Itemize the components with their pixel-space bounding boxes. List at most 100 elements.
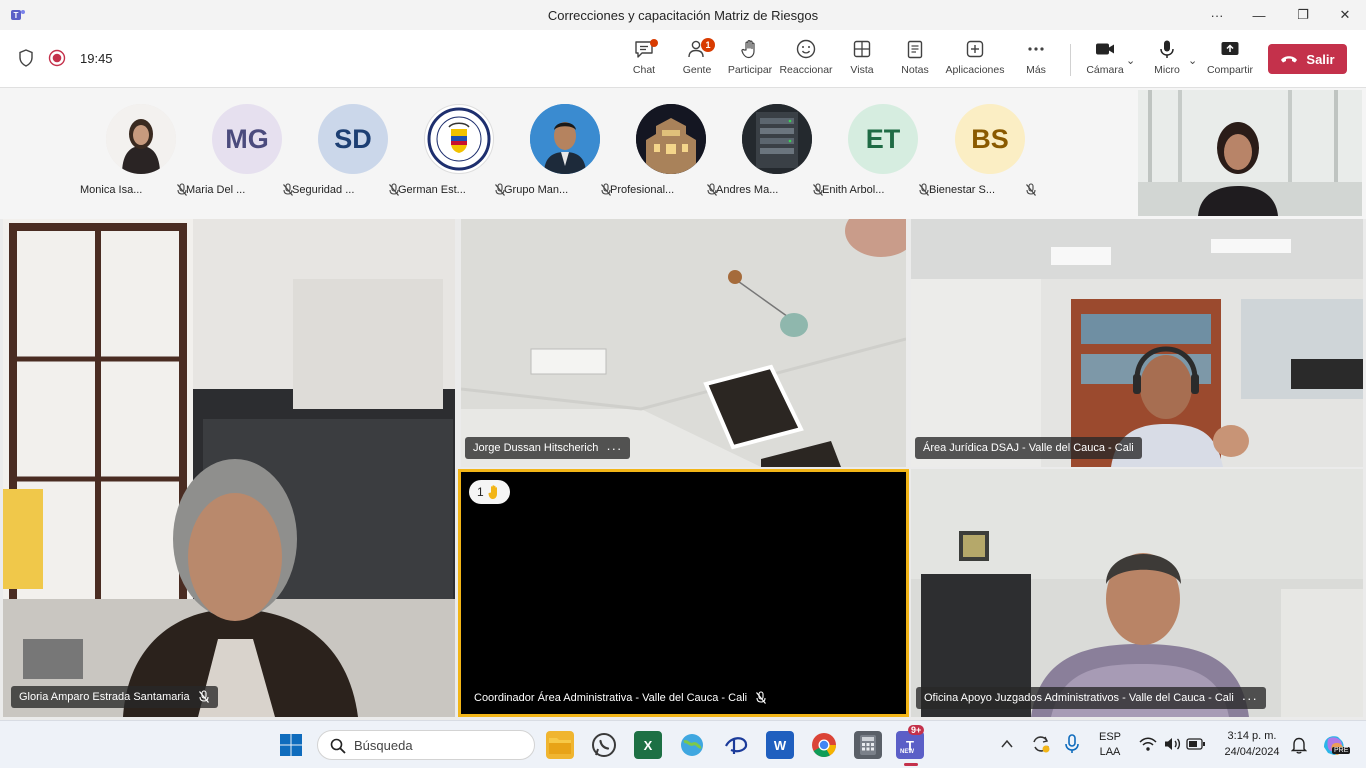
view-label: Vista: [850, 64, 874, 76]
participant-name: Enith Arbol...: [822, 184, 885, 196]
smiley-icon: [796, 39, 816, 59]
language-code: ESP: [1098, 731, 1121, 743]
share-label: Compartir: [1206, 64, 1254, 76]
word-icon[interactable]: W: [766, 731, 794, 759]
participant-item[interactable]: German Est...: [398, 104, 512, 196]
teams-notification-badge: 9+: [908, 725, 925, 735]
volume-icon[interactable]: [1163, 736, 1181, 752]
recording-icon: [48, 49, 66, 67]
view-button[interactable]: Vista: [832, 38, 892, 84]
participant-name: Grupo Man...: [504, 184, 569, 196]
active-app-indicator: [904, 763, 918, 766]
mic-off-icon: [756, 691, 767, 704]
video-tile-gloria[interactable]: Gloria Amparo Estrada Santamaria: [3, 219, 455, 717]
notes-label: Notas: [901, 64, 929, 76]
mic-label: Micro: [1154, 64, 1180, 76]
mic-off-icon: [1026, 183, 1036, 196]
maximize-button[interactable]: ❐: [1282, 0, 1324, 30]
tile-more-options-icon[interactable]: ···: [1242, 691, 1258, 706]
copilot-preview-badge: PRE: [1332, 747, 1351, 754]
participant-name: Profesional...: [610, 184, 675, 196]
participant-item[interactable]: BS Bienestar S...: [929, 104, 1043, 196]
file-explorer-icon[interactable]: [546, 731, 574, 759]
calculator-icon[interactable]: [854, 731, 882, 759]
whatsapp-icon[interactable]: [590, 731, 618, 759]
chrome-icon[interactable]: [810, 731, 838, 759]
leave-label: Salir: [1306, 51, 1335, 67]
self-view-video[interactable]: [1138, 90, 1362, 216]
microphone-tray-icon[interactable]: [1064, 734, 1080, 754]
judicial-seal-icon: [427, 107, 491, 171]
taskbar-search[interactable]: Búsqueda: [317, 730, 535, 760]
share-button[interactable]: Compartir: [1200, 38, 1260, 84]
avatar: BS: [955, 104, 1025, 174]
disney-plus-icon[interactable]: [722, 731, 750, 759]
add-app-icon: [966, 40, 984, 58]
react-label: Reaccionar: [779, 64, 833, 76]
microphone-icon: [1160, 40, 1174, 58]
title-bar: T Correcciones y capacitación Matriz de …: [0, 0, 1366, 30]
chat-button[interactable]: Chat: [614, 38, 674, 84]
participant-item[interactable]: MG Maria Del ...: [186, 104, 300, 196]
meeting-status: 19:45: [18, 49, 113, 67]
mic-off-icon: [198, 690, 209, 703]
sync-icon[interactable]: [1030, 733, 1052, 755]
video-tile-jorge[interactable]: Jorge Dussan Hitscherich ···: [461, 219, 906, 467]
participant-name: Bienestar S...: [929, 184, 996, 196]
camera-icon: [1096, 43, 1114, 55]
tile-more-options-icon[interactable]: ···: [606, 441, 622, 456]
raised-hand-indicator: 1: [469, 480, 510, 504]
grid-view-icon: [853, 40, 871, 58]
excel-icon[interactable]: X: [634, 731, 662, 759]
mic-options-chevron-icon[interactable]: ⌄: [1188, 54, 1197, 67]
meeting-timer: 19:45: [80, 50, 113, 66]
notes-icon: [907, 40, 923, 59]
participant-item[interactable]: Profesional...: [610, 104, 724, 196]
video-tile-oficina[interactable]: Oficina Apoyo Juzgados Administrativos -…: [911, 469, 1363, 717]
notification-bell-icon[interactable]: [1291, 736, 1307, 754]
participant-name: Monica Isa...: [80, 184, 143, 196]
leave-button[interactable]: Salir: [1268, 44, 1347, 74]
react-button[interactable]: Reaccionar: [776, 38, 836, 84]
notes-button[interactable]: Notas: [885, 38, 945, 84]
participant-item[interactable]: Andres Ma...: [716, 104, 830, 196]
minimize-button[interactable]: —: [1238, 0, 1280, 30]
video-tile-juridica[interactable]: Área Jurídica DSAJ - Valle del Cauca - C…: [911, 219, 1363, 467]
tile-participant-name: Área Jurídica DSAJ - Valle del Cauca - C…: [923, 442, 1134, 454]
copilot-icon[interactable]: PRE: [1320, 731, 1351, 759]
apps-button[interactable]: Aplicaciones: [945, 38, 1005, 84]
windows-start-icon[interactable]: [279, 733, 303, 757]
tile-participant-name: Oficina Apoyo Juzgados Administrativos -…: [924, 692, 1234, 704]
participant-item[interactable]: SD Seguridad ...: [292, 104, 406, 196]
keyboard-layout: LAA: [1099, 746, 1121, 758]
wifi-icon[interactable]: [1139, 736, 1157, 752]
raised-hand-count: 1: [477, 485, 484, 499]
participant-item[interactable]: Monica Isa...: [80, 104, 194, 196]
window-title: Correcciones y capacitación Matriz de Ri…: [547, 8, 819, 23]
avatar: [742, 104, 812, 174]
more-label: Más: [1026, 64, 1046, 76]
more-button[interactable]: Más: [1006, 38, 1066, 84]
participant-item[interactable]: ET Enith Arbol...: [822, 104, 936, 196]
chat-label: Chat: [632, 64, 656, 76]
tile-label: Coordinador Área Administrativa - Valle …: [466, 687, 775, 709]
raise-hand-label: Participar: [727, 64, 773, 76]
video-tile-coordinador[interactable]: 1 Coordinador Área Administrativa - Vall…: [458, 469, 909, 717]
participant-item[interactable]: Grupo Man...: [504, 104, 618, 196]
maps-app-icon[interactable]: [678, 731, 706, 759]
language-indicator[interactable]: ESP LAA: [1094, 731, 1126, 758]
tile-label: Jorge Dussan Hitscherich ···: [465, 437, 631, 459]
avatar: [636, 104, 706, 174]
chevron-up-icon[interactable]: [1000, 737, 1014, 751]
search-icon: [330, 738, 346, 754]
people-button[interactable]: 1 Gente: [667, 38, 727, 84]
shield-icon[interactable]: [18, 49, 34, 67]
close-button[interactable]: ✕: [1324, 0, 1366, 30]
clock[interactable]: 3:14 p. m. 24/04/2024: [1216, 730, 1288, 758]
raise-hand-button[interactable]: Participar: [720, 38, 780, 84]
teams-taskbar-icon[interactable]: T 9+ NEW: [896, 725, 925, 759]
window-more-button[interactable]: ···: [1196, 0, 1238, 30]
teams-new-label: NEW: [900, 749, 914, 755]
camera-options-chevron-icon[interactable]: ⌄: [1126, 54, 1135, 67]
battery-icon[interactable]: [1186, 738, 1206, 750]
